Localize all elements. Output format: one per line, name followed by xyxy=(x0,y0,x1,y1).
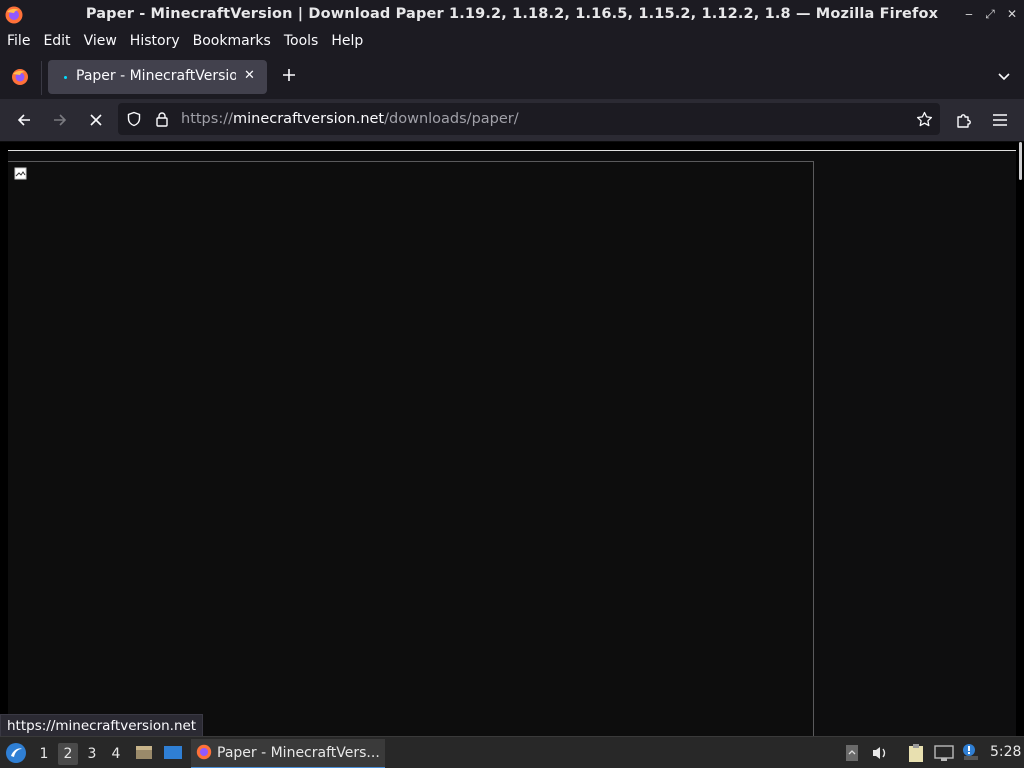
menu-view[interactable]: View xyxy=(84,33,117,49)
arrow-right-icon[interactable] xyxy=(51,111,69,129)
workspace-4[interactable]: 4 xyxy=(106,743,126,765)
url-path: /downloads/paper/ xyxy=(384,111,519,127)
arrow-left-icon[interactable] xyxy=(15,111,33,129)
loading-indicator-icon xyxy=(64,76,67,79)
workspace-3[interactable]: 3 xyxy=(82,743,102,765)
network-icon[interactable] xyxy=(933,744,955,762)
embedded-frame xyxy=(8,161,814,738)
web-content-area xyxy=(0,142,1024,738)
clock: 5:28 xyxy=(990,744,1022,760)
url-bar[interactable]: https://minecraftversion.net/downloads/p… xyxy=(118,103,940,135)
shield-icon[interactable] xyxy=(126,111,142,127)
minimize-button[interactable]: ‒ xyxy=(961,6,977,22)
menu-edit[interactable]: Edit xyxy=(43,33,70,49)
taskbar: 1 2 3 4 Paper - MinecraftVers... 5:28 xyxy=(0,736,1024,768)
tab-close-icon[interactable]: ✕ xyxy=(244,68,255,83)
tray-up-icon[interactable] xyxy=(845,744,859,762)
taskbar-firefox-task[interactable]: Paper - MinecraftVers... xyxy=(191,739,385,768)
task-label: Paper - MinecraftVers... xyxy=(217,745,380,761)
menu-help[interactable]: Help xyxy=(331,33,363,49)
notification-icon[interactable] xyxy=(960,742,980,762)
lock-icon[interactable] xyxy=(154,111,170,127)
close-window-button[interactable]: ✕ xyxy=(1004,6,1020,22)
plus-icon[interactable] xyxy=(281,67,297,83)
url-domain: minecraftversion.net xyxy=(232,111,385,127)
navigation-toolbar: https://minecraftversion.net/downloads/p… xyxy=(0,99,1024,142)
tab-strip: Paper - MinecraftVersion ✕ xyxy=(0,55,1024,99)
file-manager-icon[interactable] xyxy=(134,742,154,762)
menu-tools[interactable]: Tools xyxy=(284,33,319,49)
hamburger-icon[interactable] xyxy=(991,111,1009,129)
desktop-icon[interactable] xyxy=(162,742,184,762)
menu-bookmarks[interactable]: Bookmarks xyxy=(193,33,271,49)
url-prefix: https:// xyxy=(181,111,233,127)
workspace-2[interactable]: 2 xyxy=(58,743,78,765)
menu-file[interactable]: File xyxy=(7,33,30,49)
puzzle-icon[interactable] xyxy=(955,111,973,129)
restore-button[interactable]: ⤢ xyxy=(982,6,998,22)
page-body xyxy=(8,150,1016,738)
clipboard-icon[interactable] xyxy=(907,743,925,763)
broken-image-icon xyxy=(14,167,27,180)
url-text[interactable]: https://minecraftversion.net/downloads/p… xyxy=(181,111,519,127)
workspace-1[interactable]: 1 xyxy=(34,743,54,765)
tab-divider xyxy=(41,61,42,95)
firefox-view-icon[interactable] xyxy=(10,67,30,87)
start-menu-icon[interactable] xyxy=(5,742,27,764)
menu-history[interactable]: History xyxy=(130,33,180,49)
scrollbar-thumb[interactable] xyxy=(1019,142,1022,180)
tab-label: Paper - MinecraftVersion xyxy=(76,68,236,84)
close-icon[interactable] xyxy=(87,111,105,129)
volume-icon[interactable] xyxy=(871,745,889,761)
tab-active[interactable]: Paper - MinecraftVersion ✕ xyxy=(48,60,267,94)
window-titlebar: Paper - MinecraftVersion | Download Pape… xyxy=(0,0,1024,30)
link-status: https://minecraftversion.net xyxy=(0,714,204,738)
star-icon[interactable] xyxy=(916,111,933,128)
menu-bar: File Edit View History Bookmarks Tools H… xyxy=(0,30,1024,52)
chevron-down-icon[interactable] xyxy=(996,69,1012,85)
firefox-task-icon xyxy=(195,743,213,761)
window-title: Paper - MinecraftVersion | Download Pape… xyxy=(85,6,939,22)
